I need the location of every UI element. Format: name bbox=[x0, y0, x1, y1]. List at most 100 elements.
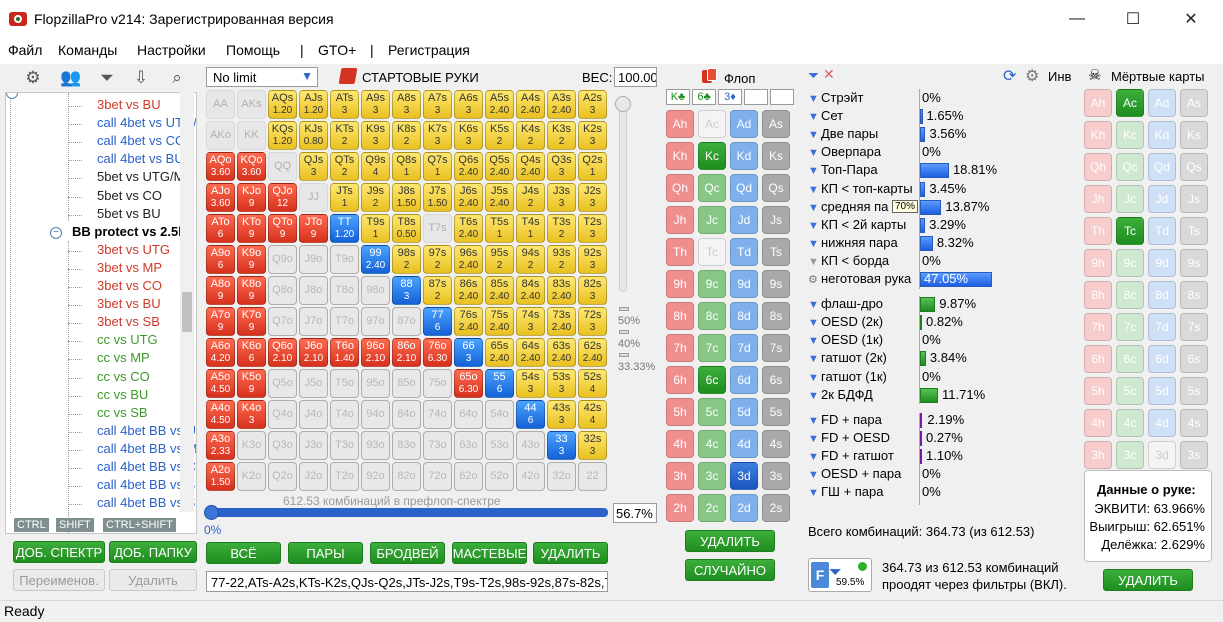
hand-cell[interactable]: K9s 3 bbox=[361, 121, 390, 150]
clear-range-button[interactable]: УДАЛИТЬ bbox=[533, 542, 608, 564]
card-5c[interactable]: 5c bbox=[1116, 377, 1144, 405]
hand-cell[interactable]: T5o bbox=[330, 369, 359, 398]
hand-cell[interactable]: 62s 2.40 bbox=[578, 338, 607, 367]
hand-cell[interactable]: JJ bbox=[299, 183, 328, 212]
dead-card-grid[interactable]: Ah Ac Ad As Kh Kc Kd Ks Qh Qc Qd Qs Jh Jc Jd Js Th Tc Td Ts… bbox=[1084, 89, 1214, 501]
hand-cell[interactable]: K7s 3 bbox=[423, 121, 452, 150]
search-icon[interactable]: ⌕ bbox=[164, 68, 190, 90]
hand-cell[interactable]: Q8o bbox=[268, 276, 297, 305]
hand-cell[interactable]: T5s 1 bbox=[485, 214, 514, 243]
card-Ks[interactable]: Ks bbox=[762, 142, 790, 170]
card-7d[interactable]: 7d bbox=[1148, 313, 1176, 341]
minimize-icon[interactable]: — bbox=[1062, 4, 1092, 34]
tree-item[interactable]: 3bet vs CO bbox=[97, 278, 162, 296]
hand-cell[interactable]: 95s 2 bbox=[485, 245, 514, 274]
hand-cell[interactable]: T4o bbox=[330, 400, 359, 429]
tree-item[interactable]: 5bet vs BU bbox=[97, 206, 161, 224]
tree-item[interactable]: 3bet vs BU bbox=[97, 296, 161, 314]
rename-button[interactable]: Переименов. bbox=[13, 569, 105, 591]
flop-slot[interactable] bbox=[770, 89, 794, 105]
weight-slider-thumb[interactable] bbox=[615, 96, 631, 112]
card-3s[interactable]: 3s bbox=[1180, 441, 1208, 469]
hand-cell[interactable]: AJo 3.60 bbox=[206, 183, 235, 212]
hand-cell[interactable]: A7o 9 bbox=[206, 307, 235, 336]
filter-row[interactable]: ▼ нижняя пара bbox=[808, 235, 898, 251]
hand-cell[interactable]: KJs 0.80 bbox=[299, 121, 328, 150]
card-3h[interactable]: 3h bbox=[666, 462, 694, 490]
refresh-icon[interactable]: ⟳ bbox=[1003, 66, 1016, 86]
hand-cell[interactable]: Q6o 2.10 bbox=[268, 338, 297, 367]
collapse-icon[interactable]: − bbox=[50, 227, 62, 239]
card-5d[interactable]: 5d bbox=[730, 398, 758, 426]
filter-row[interactable]: ▼ Сет bbox=[808, 108, 843, 124]
weight-input[interactable]: 100.00 bbox=[614, 67, 657, 87]
hand-cell[interactable]: T6s 2.40 bbox=[454, 214, 483, 243]
card-Td[interactable]: Td bbox=[1148, 217, 1176, 245]
hand-cell[interactable]: 83o bbox=[392, 431, 421, 460]
hand-cell[interactable]: Q4s 2.40 bbox=[516, 152, 545, 181]
hand-cell[interactable]: Q5o bbox=[268, 369, 297, 398]
card-Tc[interactable]: Tc bbox=[698, 238, 726, 266]
hand-cell[interactable]: 97s 2 bbox=[423, 245, 452, 274]
percent-input[interactable]: 56.7% bbox=[613, 503, 657, 523]
card-Kh[interactable]: Kh bbox=[666, 142, 694, 170]
hand-cell[interactable]: J5s 2.40 bbox=[485, 183, 514, 212]
tree-item[interactable]: cc vs MP bbox=[97, 350, 150, 368]
hand-cell[interactable]: 82o bbox=[392, 462, 421, 491]
card-4h[interactable]: 4h bbox=[666, 430, 694, 458]
card-Jd[interactable]: Jd bbox=[1148, 185, 1176, 213]
tree-item[interactable]: BB protect vs 2.5bb bbox=[72, 224, 194, 242]
flop-slot[interactable]: K♣ bbox=[666, 89, 690, 105]
hand-cell[interactable]: Q2o bbox=[268, 462, 297, 491]
card-Ac[interactable]: Ac bbox=[698, 110, 726, 138]
filter-row[interactable]: ▼ OESD (2к) bbox=[808, 314, 883, 330]
hand-cell[interactable]: 75s 2.40 bbox=[485, 307, 514, 336]
menu-help[interactable]: Помощь bbox=[226, 42, 280, 58]
card-4c[interactable]: 4c bbox=[698, 430, 726, 458]
suited-button[interactable]: МАСТЕВЫЕ bbox=[452, 542, 527, 564]
percent-slider-thumb[interactable] bbox=[204, 505, 219, 520]
hand-cell[interactable]: T2o bbox=[330, 462, 359, 491]
hand-cell[interactable]: 52o bbox=[485, 462, 514, 491]
hand-cell[interactable]: J4s 2 bbox=[516, 183, 545, 212]
hand-cell[interactable]: 63o bbox=[454, 431, 483, 460]
hand-cell[interactable]: 77 6 bbox=[423, 307, 452, 336]
card-2d[interactable]: 2d bbox=[730, 494, 758, 522]
hand-cell[interactable]: AKo bbox=[206, 121, 235, 150]
card-Jc[interactable]: Jc bbox=[698, 206, 726, 234]
hand-cell[interactable]: KK bbox=[237, 121, 266, 150]
card-6d[interactable]: 6d bbox=[1148, 345, 1176, 373]
hand-cell[interactable]: KQo 3.60 bbox=[237, 152, 266, 181]
hand-cell[interactable]: 86o 2.10 bbox=[392, 338, 421, 367]
card-Jd[interactable]: Jd bbox=[730, 206, 758, 234]
card-8s[interactable]: 8s bbox=[762, 302, 790, 330]
flop-slot[interactable]: 6♣ bbox=[692, 89, 716, 105]
hand-cell[interactable]: K2s 3 bbox=[578, 121, 607, 150]
card-9c[interactable]: 9c bbox=[1116, 249, 1144, 277]
hand-cell[interactable]: T9s 1 bbox=[361, 214, 390, 243]
tree-item[interactable]: call 4bet vs BU bbox=[97, 151, 184, 169]
card-4c[interactable]: 4c bbox=[1116, 409, 1144, 437]
hand-cell[interactable]: KTo 9 bbox=[237, 214, 266, 243]
card-Qc[interactable]: Qc bbox=[1116, 153, 1144, 181]
card-Ah[interactable]: Ah bbox=[666, 110, 694, 138]
hand-cell[interactable]: Q3s 3 bbox=[547, 152, 576, 181]
hand-cell[interactable]: 99 2.40 bbox=[361, 245, 390, 274]
card-7c[interactable]: 7c bbox=[698, 334, 726, 362]
hand-cell[interactable]: 64s 2.40 bbox=[516, 338, 545, 367]
tree-item[interactable]: 3bet vs MP bbox=[97, 260, 162, 278]
hand-cell[interactable]: 42s 4 bbox=[578, 400, 607, 429]
card-4h[interactable]: 4h bbox=[1084, 409, 1112, 437]
invert-label[interactable]: Инв bbox=[1048, 69, 1071, 84]
hand-cell[interactable]: Q3o bbox=[268, 431, 297, 460]
card-7d[interactable]: 7d bbox=[730, 334, 758, 362]
hand-cell[interactable]: Q6s 2.40 bbox=[454, 152, 483, 181]
card-2c[interactable]: 2c bbox=[698, 494, 726, 522]
card-6c[interactable]: 6c bbox=[1116, 345, 1144, 373]
hand-cell[interactable]: 87s 2 bbox=[423, 276, 452, 305]
card-As[interactable]: As bbox=[1180, 89, 1208, 117]
card-Th[interactable]: Th bbox=[666, 238, 694, 266]
filter-row[interactable]: ▼ 2к БДФД bbox=[808, 387, 873, 403]
card-Qc[interactable]: Qc bbox=[698, 174, 726, 202]
range-tree[interactable]: − − 3bet vs BU call 4bet vs UTG/call 4bet… bbox=[5, 92, 197, 534]
